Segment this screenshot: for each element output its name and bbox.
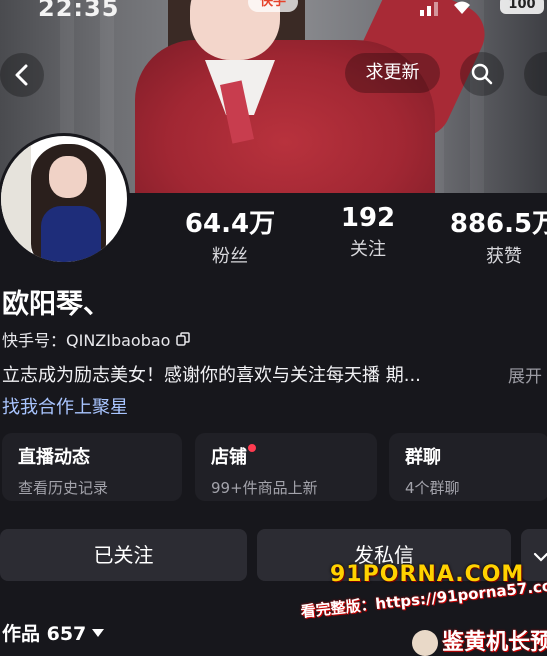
chevron-down-icon xyxy=(533,552,547,562)
kuaishou-id-text: 快手号：QINZIbaobao xyxy=(2,331,171,350)
stat-following[interactable]: 192 关注 xyxy=(318,203,418,261)
kuaishou-id: 快手号：QINZIbaobao xyxy=(2,327,191,351)
stat-value: 64.4万 xyxy=(184,209,276,239)
followed-button[interactable]: 已关注 xyxy=(0,529,247,581)
app-pill: 快手 xyxy=(248,0,299,12)
card-shop[interactable]: 店铺 99+件商品上新 xyxy=(195,433,377,501)
stat-label: 关注 xyxy=(350,239,386,260)
battery-icon: 100 xyxy=(500,0,544,14)
search-icon xyxy=(471,63,493,85)
expand-bio-link[interactable]: 展开 xyxy=(508,362,542,387)
profile-bio: 立志成为励志美女！感谢你的喜欢与关注每天播 期... xyxy=(2,365,421,386)
card-title-text: 店铺 xyxy=(211,447,247,468)
status-time: 22:35 xyxy=(38,0,120,22)
watermark-face-icon xyxy=(412,630,438,656)
avatar[interactable] xyxy=(0,133,130,265)
card-group-chat[interactable]: 群聊 4个群聊 xyxy=(389,433,547,501)
profile-name: 欧阳琴、 xyxy=(2,289,110,320)
stat-followers[interactable]: 64.4万 粉丝 xyxy=(180,203,280,268)
watermark-brand: 鉴黄机长预 xyxy=(412,624,547,656)
cooperation-link[interactable]: 找我合作上聚星 xyxy=(2,393,128,419)
status-bar: 22:35 快手 100 xyxy=(0,0,547,22)
card-title: 群聊 xyxy=(405,447,441,468)
card-title: 直播动态 xyxy=(18,447,90,468)
works-tab[interactable]: 作品 657 xyxy=(2,619,105,646)
works-label: 作品 657 xyxy=(2,623,87,645)
signal-icon xyxy=(420,1,470,16)
back-button[interactable] xyxy=(0,53,44,97)
stat-value: 886.5万 xyxy=(449,209,547,239)
stat-label: 获赞 xyxy=(486,246,522,267)
more-actions-button[interactable] xyxy=(521,529,547,581)
card-subtitle: 4个群聊 xyxy=(405,479,460,497)
stat-likes[interactable]: 886.5万 获赞 xyxy=(448,203,547,268)
stat-value: 192 xyxy=(340,203,396,233)
card-subtitle: 99+件商品上新 xyxy=(211,479,318,497)
caret-down-icon xyxy=(92,628,105,637)
watermark-brand-text: 鉴黄机长预 xyxy=(442,630,547,655)
copy-icon[interactable] xyxy=(176,332,191,346)
request-update-button[interactable]: 求更新 xyxy=(345,53,440,93)
search-button[interactable] xyxy=(460,52,504,96)
card-title: 店铺 xyxy=(211,443,256,469)
card-live-history[interactable]: 直播动态 查看历史记录 xyxy=(2,433,182,501)
stat-label: 粉丝 xyxy=(212,246,248,267)
notification-dot xyxy=(248,444,256,452)
card-subtitle: 查看历史记录 xyxy=(18,479,109,497)
chevron-left-icon xyxy=(15,64,28,86)
